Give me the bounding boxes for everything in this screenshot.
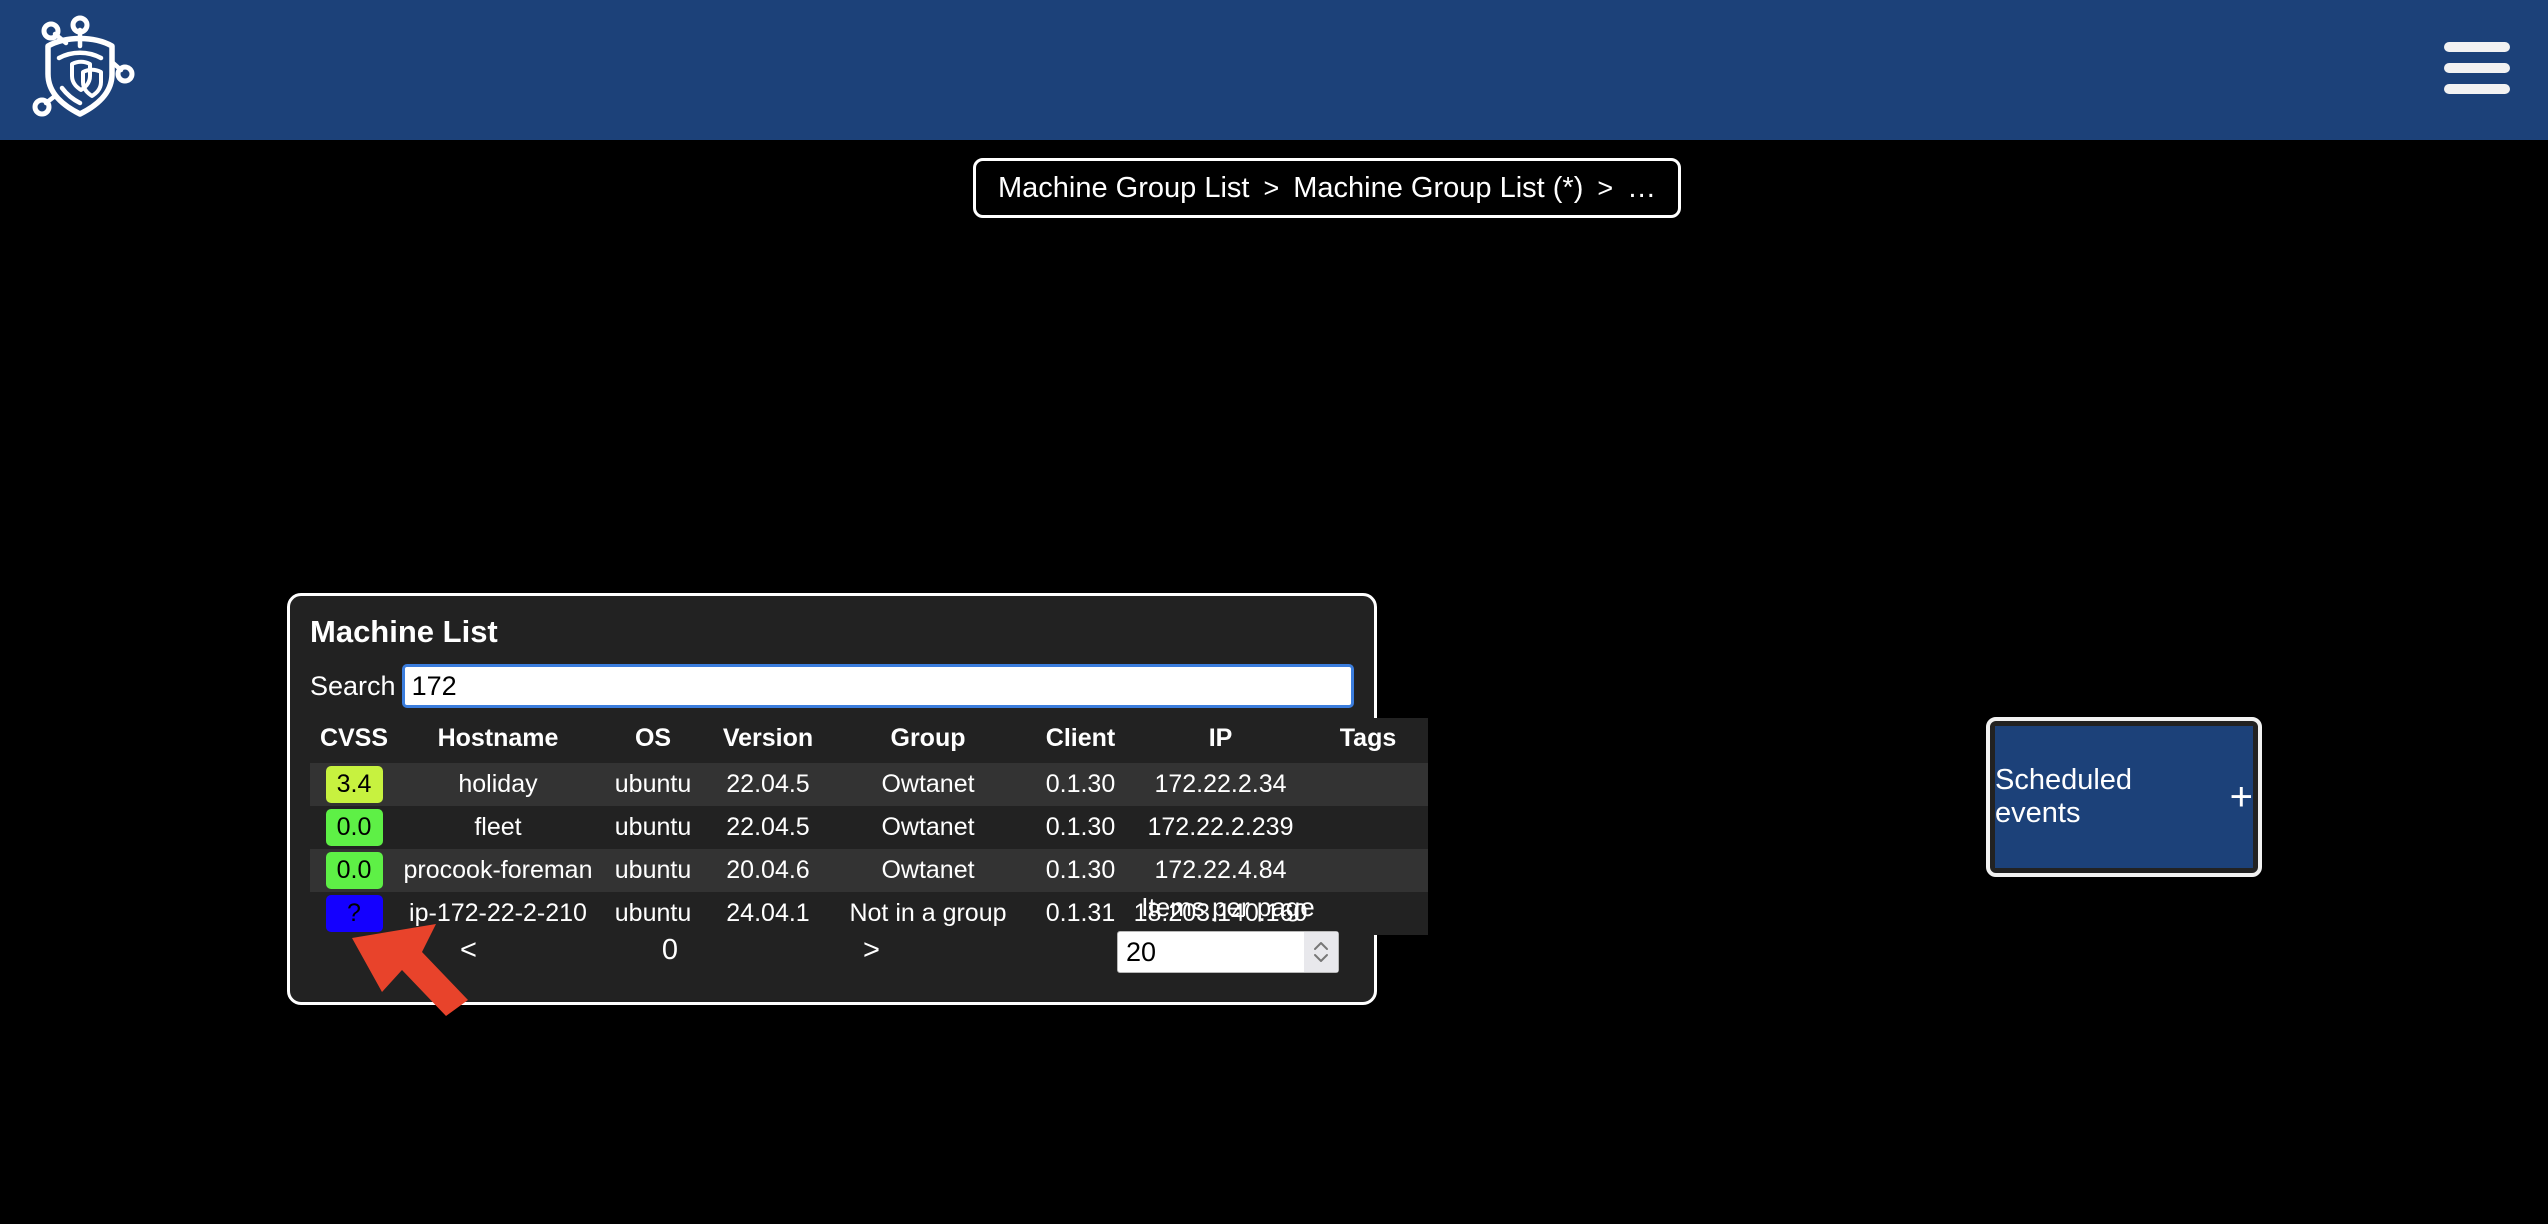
version-cell: 20.04.6 bbox=[708, 849, 828, 892]
ip-cell: 172.22.4.84 bbox=[1133, 849, 1308, 892]
number-stepper[interactable] bbox=[1304, 932, 1338, 972]
breadcrumb-item-2[interactable]: … bbox=[1627, 173, 1656, 203]
cvss-cell: 0.0 bbox=[310, 806, 398, 849]
search-label: Search bbox=[310, 670, 396, 701]
scheduled-events-inner: Scheduled events + bbox=[1995, 726, 2253, 868]
version-cell: 22.04.5 bbox=[708, 806, 828, 849]
table-row[interactable]: 0.0 fleet ubuntu 22.04.5 Owtanet 0.1.30 … bbox=[310, 806, 1428, 849]
menu-bar-3 bbox=[2444, 84, 2510, 94]
column-header-ip[interactable]: IP bbox=[1133, 718, 1308, 763]
tags-cell bbox=[1308, 849, 1428, 892]
cvss-badge: 3.4 bbox=[325, 766, 383, 803]
scheduled-events-label: Scheduled events bbox=[1995, 764, 2133, 829]
pagination: < 0 > Items per page bbox=[310, 892, 1354, 986]
table-row[interactable]: 3.4 holiday ubuntu 22.04.5 Owtanet 0.1.3… bbox=[310, 763, 1428, 806]
tags-cell bbox=[1308, 806, 1428, 849]
shield-circuit-logo[interactable] bbox=[22, 12, 138, 128]
menu-bar-1 bbox=[2444, 42, 2510, 52]
column-header-client[interactable]: Client bbox=[1028, 718, 1133, 763]
pagination-controls: < 0 > bbox=[460, 934, 880, 967]
ip-cell: 172.22.2.239 bbox=[1133, 806, 1308, 849]
column-header-cvss[interactable]: CVSS bbox=[310, 718, 398, 763]
table-header-row: CVSS Hostname OS Version Group Client IP… bbox=[310, 718, 1428, 763]
column-header-hostname[interactable]: Hostname bbox=[398, 718, 598, 763]
breadcrumb[interactable]: Machine Group List > Machine Group List … bbox=[973, 158, 1682, 218]
os-cell: ubuntu bbox=[598, 806, 708, 849]
machine-list-panel: Machine List Search CVSS Hostname OS Ver… bbox=[287, 593, 1428, 1005]
panel-title: Machine List bbox=[310, 614, 498, 649]
items-per-page-block: Items per page bbox=[1117, 892, 1339, 973]
group-cell[interactable]: Owtanet bbox=[828, 806, 1028, 849]
search-row: Search bbox=[310, 664, 1354, 708]
cvss-cell: 3.4 bbox=[310, 763, 398, 806]
cvss-badge: 0.0 bbox=[325, 852, 383, 889]
current-page-label: 0 bbox=[661, 934, 679, 966]
client-cell: 0.1.30 bbox=[1028, 763, 1133, 806]
next-page-button[interactable]: > bbox=[863, 934, 880, 967]
items-per-page-field[interactable] bbox=[1117, 931, 1339, 973]
menu-icon[interactable] bbox=[2444, 42, 2510, 94]
table-row[interactable]: 0.0 procook-foreman ubuntu 20.04.6 Owtan… bbox=[310, 849, 1428, 892]
tags-cell bbox=[1308, 763, 1428, 806]
breadcrumb-separator-1: > bbox=[1597, 172, 1614, 203]
hostname-cell[interactable]: fleet bbox=[398, 806, 598, 849]
search-input[interactable] bbox=[401, 664, 1354, 708]
app-header bbox=[0, 0, 2548, 140]
breadcrumb-separator-0: > bbox=[1263, 172, 1280, 203]
items-per-page-label: Items per page bbox=[1141, 892, 1315, 922]
group-cell[interactable]: Owtanet bbox=[828, 763, 1028, 806]
hostname-cell[interactable]: procook-foreman bbox=[398, 849, 598, 892]
group-cell[interactable]: Owtanet bbox=[828, 849, 1028, 892]
cvss-cell: 0.0 bbox=[310, 849, 398, 892]
version-cell: 22.04.5 bbox=[708, 763, 828, 806]
breadcrumb-item-0[interactable]: Machine Group List bbox=[998, 173, 1249, 203]
client-cell: 0.1.30 bbox=[1028, 849, 1133, 892]
menu-bar-2 bbox=[2444, 63, 2510, 73]
column-header-os[interactable]: OS bbox=[598, 718, 708, 763]
chevron-up-icon bbox=[1314, 942, 1328, 950]
breadcrumb-item-1[interactable]: Machine Group List (*) bbox=[1293, 173, 1583, 203]
hostname-cell[interactable]: holiday bbox=[398, 763, 598, 806]
column-header-group[interactable]: Group bbox=[828, 718, 1028, 763]
column-header-tags[interactable]: Tags bbox=[1308, 718, 1428, 763]
client-cell: 0.1.30 bbox=[1028, 806, 1133, 849]
items-per-page-input[interactable] bbox=[1118, 936, 1288, 968]
chevron-down-icon bbox=[1314, 954, 1328, 962]
os-cell: ubuntu bbox=[598, 849, 708, 892]
plus-icon[interactable]: + bbox=[2230, 777, 2253, 817]
previous-page-button[interactable]: < bbox=[460, 934, 477, 967]
ip-cell: 172.22.2.34 bbox=[1133, 763, 1308, 806]
cvss-badge: 0.0 bbox=[325, 809, 383, 846]
os-cell: ubuntu bbox=[598, 763, 708, 806]
column-header-version[interactable]: Version bbox=[708, 718, 828, 763]
scheduled-events-card[interactable]: Scheduled events + bbox=[1986, 717, 2262, 877]
